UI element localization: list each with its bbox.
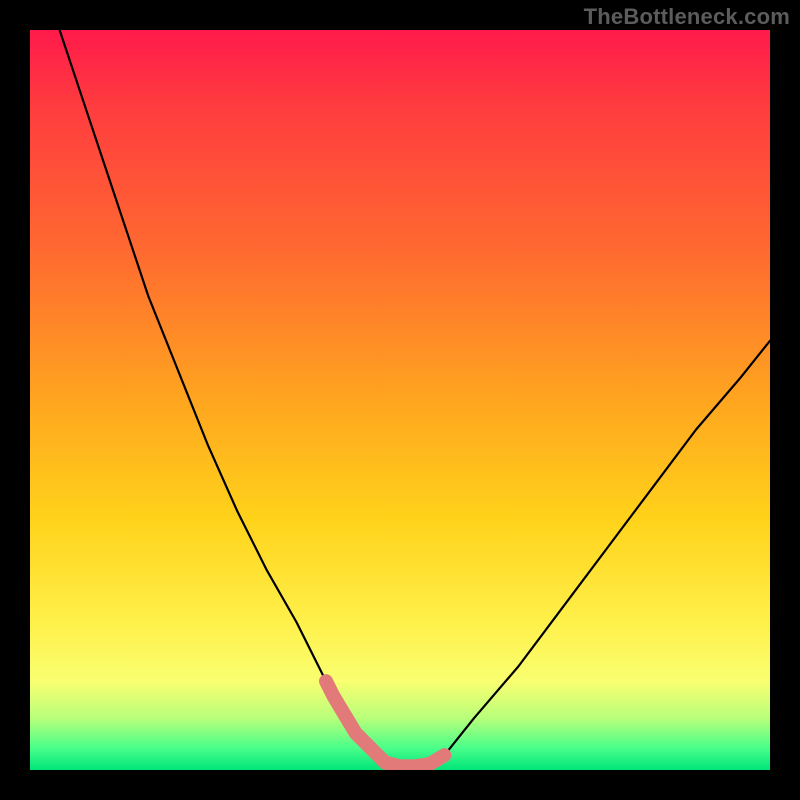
curve-layer — [30, 30, 770, 770]
chart-frame: TheBottleneck.com — [0, 0, 800, 800]
plot-area — [30, 30, 770, 770]
watermark-text: TheBottleneck.com — [584, 4, 790, 30]
bottom-highlight-segment — [326, 681, 444, 766]
main-curve — [60, 30, 770, 766]
